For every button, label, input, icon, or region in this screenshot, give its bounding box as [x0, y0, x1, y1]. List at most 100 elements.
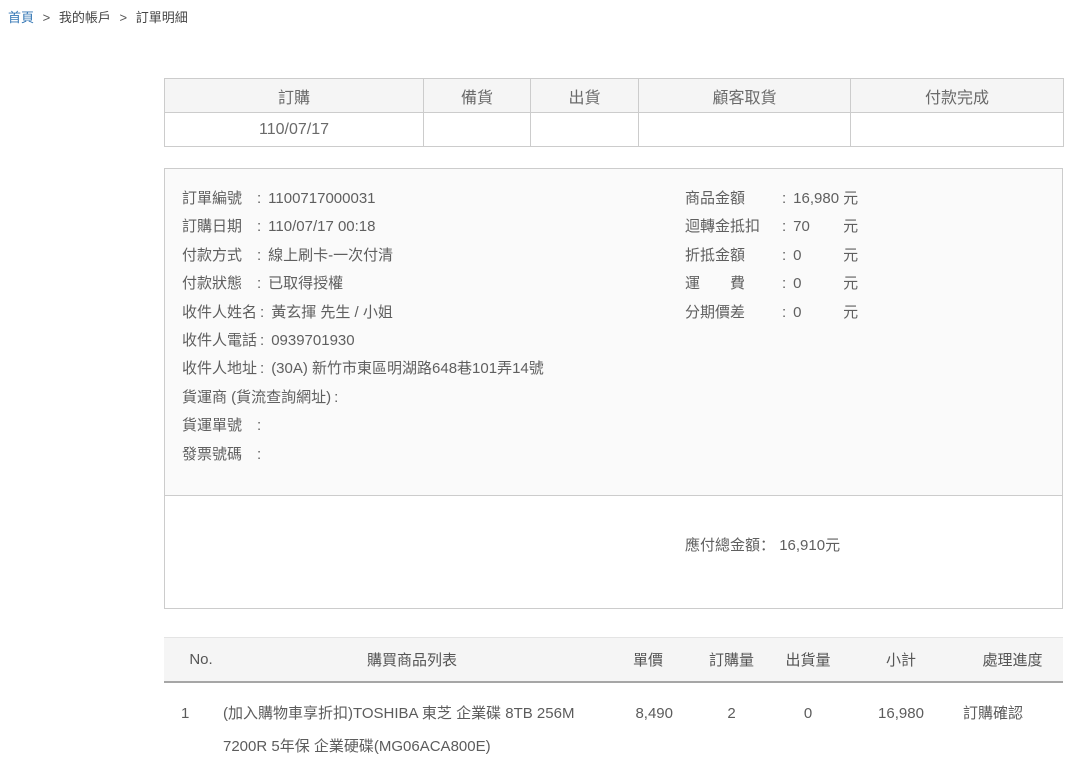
items-header-unit-price: 單價	[602, 638, 694, 683]
info-colon: :	[257, 247, 261, 264]
amount-colon: :	[782, 218, 786, 235]
status-value-ship	[531, 113, 639, 147]
info-colon: :	[257, 218, 261, 235]
info-label: 付款狀態	[182, 270, 254, 298]
items-header-subtotal: 小計	[847, 638, 955, 683]
amount-colon: :	[782, 190, 786, 207]
amount-label: 商品金額	[685, 185, 782, 213]
info-label: 收件人地址	[182, 355, 257, 383]
order-status-table: 訂購 備貨 出貨 顧客取貨 付款完成 110/07/17	[164, 78, 1064, 147]
amount-label: 運 費	[685, 270, 782, 298]
info-value: 110/07/17 00:18	[268, 218, 375, 235]
info-colon: :	[260, 360, 264, 377]
order-info-left-column: 訂單編號:1100717000031 訂購日期:110/07/17 00:18 …	[182, 185, 685, 469]
amount-value: 0	[793, 270, 843, 298]
amount-unit: 元	[843, 218, 858, 235]
info-colon: :	[257, 446, 261, 463]
breadcrumb-item-my-account[interactable]: 我的帳戶	[59, 10, 111, 25]
items-header-row: No. 購買商品列表 單價 訂購量 出貨量 小計 處理進度	[164, 638, 1063, 683]
info-value: 線上刷卡-一次付清	[268, 247, 393, 264]
amount-value: 70	[793, 213, 843, 241]
info-colon: :	[260, 332, 264, 349]
amount-row-rebate-deduction: 迴轉金抵扣:70元	[685, 213, 1062, 241]
breadcrumb-link-home[interactable]: 首頁	[8, 10, 34, 25]
amount-unit: 元	[843, 275, 858, 292]
amount-label: 迴轉金抵扣	[685, 213, 782, 241]
amount-label: 折抵金額	[685, 242, 782, 270]
amount-row-shipping-fee: 運 費:0元	[685, 270, 1062, 298]
items-header-no: No.	[164, 638, 222, 683]
item-no: 1	[164, 682, 222, 764]
item-product-name: (加入購物車享折扣)TOSHIBA 東芝 企業碟 8TB 256M 7200R …	[222, 682, 602, 764]
item-unit-price: 8,490	[602, 682, 694, 764]
info-label: 發票號碼	[182, 441, 254, 469]
info-label: 貨運商 (貨流查詢網址)	[182, 384, 331, 412]
item-row: 1 (加入購物車享折扣)TOSHIBA 東芝 企業碟 8TB 256M 7200…	[164, 682, 1063, 764]
order-total-section: 應付總金額： 16,910元	[165, 496, 1062, 608]
info-row-payment-method: 付款方式: 線上刷卡-一次付清	[182, 242, 685, 270]
amount-unit: 元	[843, 190, 858, 207]
amount-colon: :	[782, 304, 786, 321]
item-ship-qty: 0	[769, 682, 847, 764]
info-label: 貨運單號	[182, 412, 254, 440]
breadcrumb-separator: >	[43, 10, 51, 25]
item-order-qty: 2	[694, 682, 769, 764]
info-row-invoice-number: 發票號碼:	[182, 441, 685, 469]
amount-value: 0	[793, 299, 843, 327]
info-colon: :	[257, 417, 261, 434]
status-value-pickup	[639, 113, 851, 147]
breadcrumb-separator: >	[120, 10, 128, 25]
items-header-order-qty: 訂購量	[694, 638, 769, 683]
item-subtotal: 16,980	[847, 682, 955, 764]
total-label: 應付總金額：	[685, 537, 775, 554]
status-header-pickup: 顧客取貨	[639, 79, 851, 113]
status-header-prepare: 備貨	[424, 79, 531, 113]
info-row-carrier: 貨運商 (貨流查詢網址):	[182, 384, 685, 412]
amount-label: 分期價差	[685, 299, 782, 327]
item-progress-status: 訂購確認	[955, 682, 1063, 764]
info-row-tracking-number: 貨運單號:	[182, 412, 685, 440]
amount-value: 16,980	[793, 185, 843, 213]
items-header-progress: 處理進度	[955, 638, 1063, 683]
items-header-product-list: 購買商品列表	[222, 638, 602, 683]
order-info-right-column: 商品金額:16,980元 迴轉金抵扣:70元 折抵金額:0元 運 費:0元 分期…	[685, 185, 1062, 469]
status-header-order: 訂購	[165, 79, 424, 113]
breadcrumb-item-order-detail: 訂單明細	[136, 10, 188, 25]
amount-colon: :	[782, 275, 786, 292]
info-colon: :	[257, 190, 261, 207]
amount-row-installment-diff: 分期價差:0元	[685, 299, 1062, 327]
breadcrumb: 首頁 > 我的帳戶 > 訂單明細	[8, 7, 188, 26]
info-row-order-date: 訂購日期:110/07/17 00:18	[182, 213, 685, 241]
info-colon: :	[257, 275, 261, 292]
order-info-panel: 訂單編號:1100717000031 訂購日期:110/07/17 00:18 …	[164, 168, 1063, 609]
info-row-payment-status: 付款狀態: 已取得授權	[182, 270, 685, 298]
info-row-recipient-phone: 收件人電話:0939701930	[182, 327, 685, 355]
amount-row-discount: 折抵金額:0元	[685, 242, 1062, 270]
status-value-prepare	[424, 113, 531, 147]
info-colon: :	[260, 304, 264, 321]
order-info-upper: 訂單編號:1100717000031 訂購日期:110/07/17 00:18 …	[165, 169, 1062, 496]
info-row-order-number: 訂單編號:1100717000031	[182, 185, 685, 213]
info-value: 1100717000031	[268, 190, 375, 207]
amount-unit: 元	[843, 304, 858, 321]
amount-colon: :	[782, 247, 786, 264]
info-value: 黃玄揮 先生 / 小姐	[271, 304, 393, 321]
info-label: 收件人姓名	[182, 299, 257, 327]
info-colon: :	[334, 389, 338, 406]
status-header-paid: 付款完成	[851, 79, 1064, 113]
amount-row-product-total: 商品金額:16,980元	[685, 185, 1062, 213]
info-value: (30A) 新竹市東區明湖路648巷101弄14號	[271, 360, 544, 377]
status-value-order-date: 110/07/17	[165, 113, 424, 147]
status-value-paid	[851, 113, 1064, 147]
status-header-ship: 出貨	[531, 79, 639, 113]
info-label: 收件人電話	[182, 327, 257, 355]
amount-value: 0	[793, 242, 843, 270]
items-header-ship-qty: 出貨量	[769, 638, 847, 683]
info-row-recipient-name: 收件人姓名: 黃玄揮 先生 / 小姐	[182, 299, 685, 327]
info-label: 訂購日期	[182, 213, 254, 241]
info-value: 0939701930	[271, 332, 354, 349]
info-label: 付款方式	[182, 242, 254, 270]
info-row-recipient-address: 收件人地址: (30A) 新竹市東區明湖路648巷101弄14號	[182, 355, 685, 383]
info-label: 訂單編號	[182, 185, 254, 213]
info-value: 已取得授權	[268, 275, 343, 292]
